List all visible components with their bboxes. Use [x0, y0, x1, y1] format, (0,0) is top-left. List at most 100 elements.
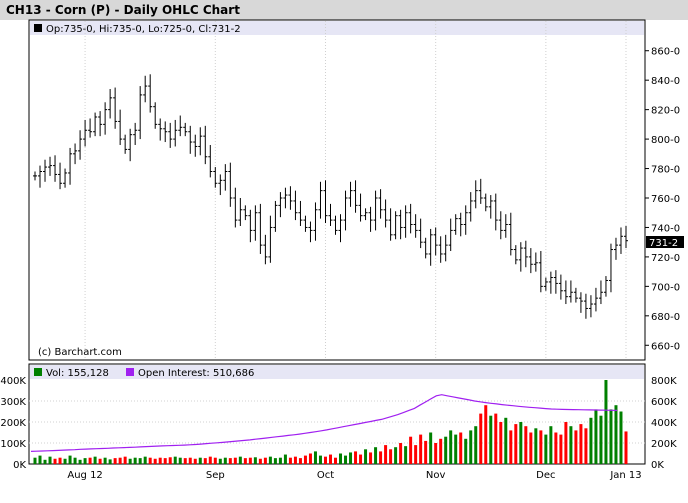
volume-bar: [233, 457, 237, 464]
volume-bar: [63, 458, 67, 464]
x-tick-label: Sep: [206, 470, 225, 481]
price-tick-label: 760-0: [651, 194, 680, 205]
volume-bar: [374, 447, 378, 464]
volume-bar: [404, 446, 408, 464]
volume-bar: [594, 409, 598, 464]
price-axis: 860-0 840-0 820-0 800-0 780-0 760-0 740-0 720-0…: [645, 47, 680, 352]
volume-bar: [273, 458, 277, 464]
volume-bar: [474, 426, 478, 464]
volume-bar: [123, 456, 127, 464]
volume-bar: [399, 443, 403, 464]
volume-bar: [288, 457, 292, 464]
volume-bar: [318, 455, 322, 464]
volume-bar: [579, 424, 583, 464]
volume-bar: [409, 436, 413, 464]
volume-bar: [389, 449, 393, 464]
volume-bar: [449, 430, 453, 464]
volume-bar: [113, 458, 117, 464]
volume-bar: [258, 458, 262, 464]
volume-bar: [313, 451, 317, 464]
volume-bar: [364, 449, 368, 464]
volume-bar: [163, 458, 167, 464]
price-tick-label: 680-0: [651, 312, 680, 323]
volume-bar: [424, 440, 428, 464]
volume-tick-label: 300K: [0, 397, 26, 408]
volume-bar: [624, 431, 628, 464]
volume-bar: [444, 436, 448, 464]
volume-bar: [158, 457, 162, 464]
volume-bar: [334, 457, 338, 464]
volume-bar: [33, 457, 37, 464]
volume-bar: [283, 454, 287, 464]
volume-bar: [223, 457, 227, 464]
volume-bar: [604, 380, 608, 464]
volume-bar: [509, 430, 513, 464]
ohlc-legend: Op:735-0, Hi:735-0, Lo:725-0, Cl:731-2: [46, 24, 241, 35]
volume-bar: [379, 451, 383, 464]
volume-bar: [278, 457, 282, 464]
volume-bar: [148, 457, 152, 464]
legend-swatch: [34, 24, 42, 32]
oi-tick-label: 400K: [651, 418, 677, 429]
x-tick-label: Nov: [426, 470, 446, 481]
volume-bar: [469, 430, 473, 464]
x-tick-label: Jan 13: [609, 470, 641, 481]
oi-legend-swatch: [126, 368, 134, 376]
chart-title: CH13 - Corn (P) - Daily OHLC Chart: [6, 3, 240, 17]
volume-bar: [619, 411, 623, 464]
volume-bar: [494, 413, 498, 464]
volume-bar: [208, 456, 212, 464]
volume-bar: [153, 458, 157, 464]
volume-bar: [118, 457, 122, 464]
volume-bar: [48, 456, 52, 464]
volume-bar: [103, 457, 107, 464]
volume-bar: [349, 452, 353, 464]
volume-bar: [339, 453, 343, 464]
volume-bar: [143, 456, 147, 464]
volume-bar: [614, 405, 618, 464]
volume-legend-swatch: [34, 368, 42, 376]
price-tick-label: 700-0: [651, 282, 680, 293]
volume-bar: [128, 458, 132, 464]
volume-bar: [178, 457, 182, 464]
price-tick-label: 780-0: [651, 165, 680, 176]
volume-bar: [369, 452, 373, 464]
volume-bar: [539, 430, 543, 464]
volume-bar: [599, 415, 603, 464]
volume-tick-label: 0K: [13, 460, 26, 471]
volume-bar: [323, 456, 327, 464]
volume-bar: [98, 458, 102, 464]
volume-bar: [519, 422, 523, 464]
volume-bar: [303, 455, 307, 464]
oi-tick-label: 800K: [651, 376, 677, 387]
volume-bar: [569, 426, 573, 464]
price-tick-label: 860-0: [651, 47, 680, 58]
volume-bar: [53, 458, 57, 464]
volume-bar: [464, 438, 468, 464]
volume-bar: [584, 428, 588, 464]
volume-bar: [183, 458, 187, 464]
volume-tick-label: 100K: [0, 439, 26, 450]
volume-bar: [193, 458, 197, 464]
volume-bar: [43, 459, 47, 464]
volume-bar: [38, 455, 42, 464]
volume-bar: [293, 456, 297, 464]
volume-bar: [198, 457, 202, 464]
volume-bar: [564, 422, 568, 464]
volume-bar: [549, 426, 553, 464]
volume-legend: Vol: 155,128: [46, 368, 109, 379]
volume-bar: [544, 434, 548, 464]
price-tick-label: 720-0: [651, 253, 680, 264]
volume-bar: [133, 457, 137, 464]
volume-bar: [248, 457, 252, 464]
volume-bar: [88, 457, 92, 464]
volume-bar: [459, 432, 463, 464]
volume-bar: [489, 415, 493, 464]
volume-bar: [554, 432, 558, 464]
last-price-label: 731-2: [649, 238, 678, 249]
volume-bar: [359, 454, 363, 464]
volume-bar: [83, 458, 87, 464]
volume-bar: [268, 456, 272, 464]
volume-bar: [243, 458, 247, 464]
volume-bar: [384, 445, 388, 464]
